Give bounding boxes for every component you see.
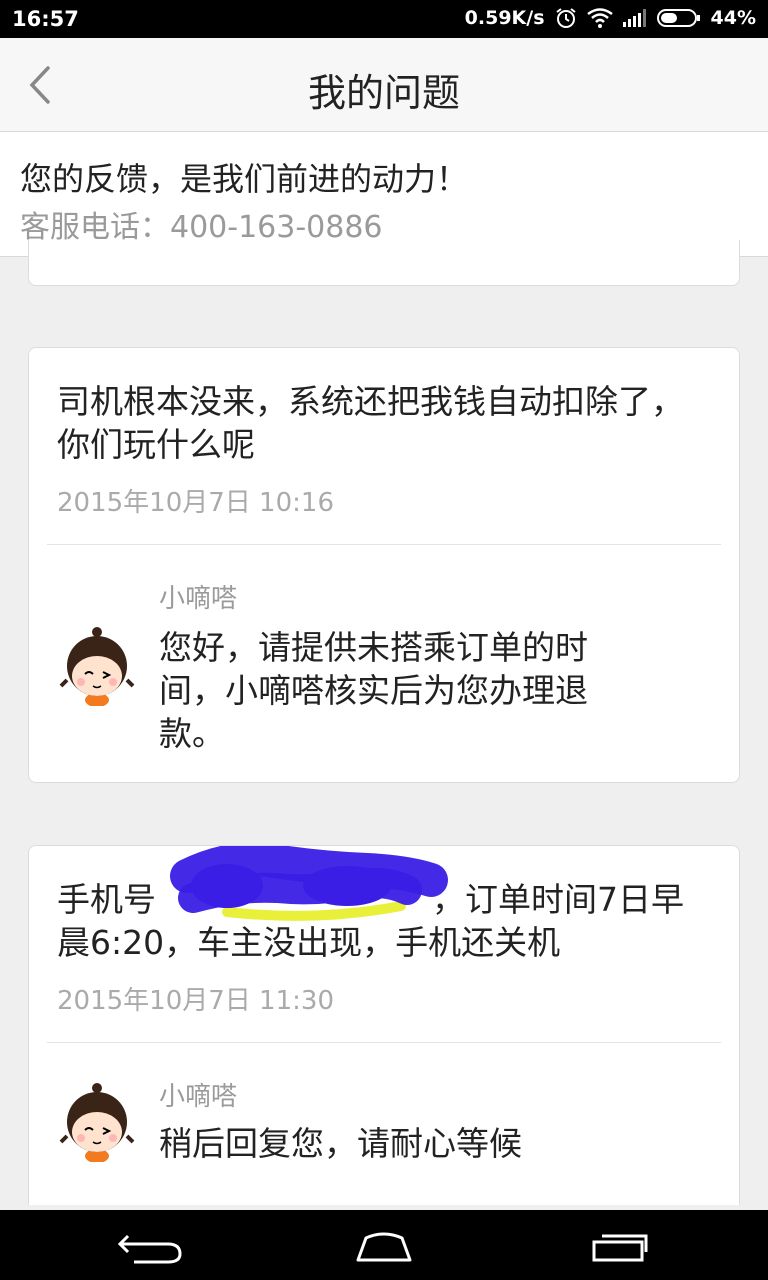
status-time: 16:57 <box>12 7 79 31</box>
signal-icon <box>622 9 647 27</box>
home-icon <box>356 1232 412 1262</box>
recents-icon <box>592 1234 648 1262</box>
feedback-banner: 您的反馈，是我们前进的动力！ 客服电话：400-163-0886 <box>0 132 768 257</box>
question-date: 2015年10月7日 11:30 <box>57 986 334 1016</box>
card-divider <box>47 1042 721 1043</box>
reply-text: 稍后回复您，请耐心等候 <box>159 1124 522 1163</box>
back-arrow-icon <box>117 1234 182 1264</box>
battery-percent: 44% <box>710 7 756 29</box>
status-right: 0.59K/s 44% <box>465 7 756 29</box>
page-title: 我的问题 <box>307 71 460 115</box>
question-card[interactable]: 司机根本没来，系统还把我钱自动扣除了，你们玩什么呢 2015年10月7日 10:… <box>28 347 740 783</box>
redaction-scribble <box>170 846 448 921</box>
question-text-prefix: 手机号 <box>57 880 156 919</box>
reply-author: 小嘀嗒 <box>159 584 238 614</box>
reply-text: 您好，请提供未搭乘订单的时间，小嘀嗒核实后为您办理退款。 <box>159 628 588 753</box>
system-nav-bar <box>0 1210 768 1280</box>
question-date: 2015年10月7日 10:16 <box>57 488 334 518</box>
avatar-icon <box>59 1083 135 1162</box>
wifi-icon <box>586 8 613 28</box>
banner-slogan: 您的反馈，是我们前进的动力！ <box>20 160 469 198</box>
battery-icon <box>656 9 701 27</box>
nav-back-button[interactable] <box>110 1224 190 1268</box>
network-speed: 0.59K/s <box>464 7 545 29</box>
question-text: 司机根本没来，系统还把我钱自动扣除了，你们玩什么呢 <box>57 382 684 464</box>
question-card-partial <box>28 240 740 286</box>
question-card[interactable]: 手机号 ，订单时间7日早晨6:20，车主没出现，手机还关机 2015年10月7日 … <box>28 845 740 1205</box>
app-header: 我的问题 <box>0 38 768 132</box>
reply-author: 小嘀嗒 <box>159 1082 238 1112</box>
nav-recents-button[interactable] <box>580 1224 660 1268</box>
status-bar: 16:57 0.59K/s 44% <box>0 0 768 38</box>
card-divider <box>47 544 721 545</box>
alarm-icon <box>555 7 577 29</box>
avatar-icon <box>59 627 135 706</box>
nav-home-button[interactable] <box>344 1224 424 1268</box>
